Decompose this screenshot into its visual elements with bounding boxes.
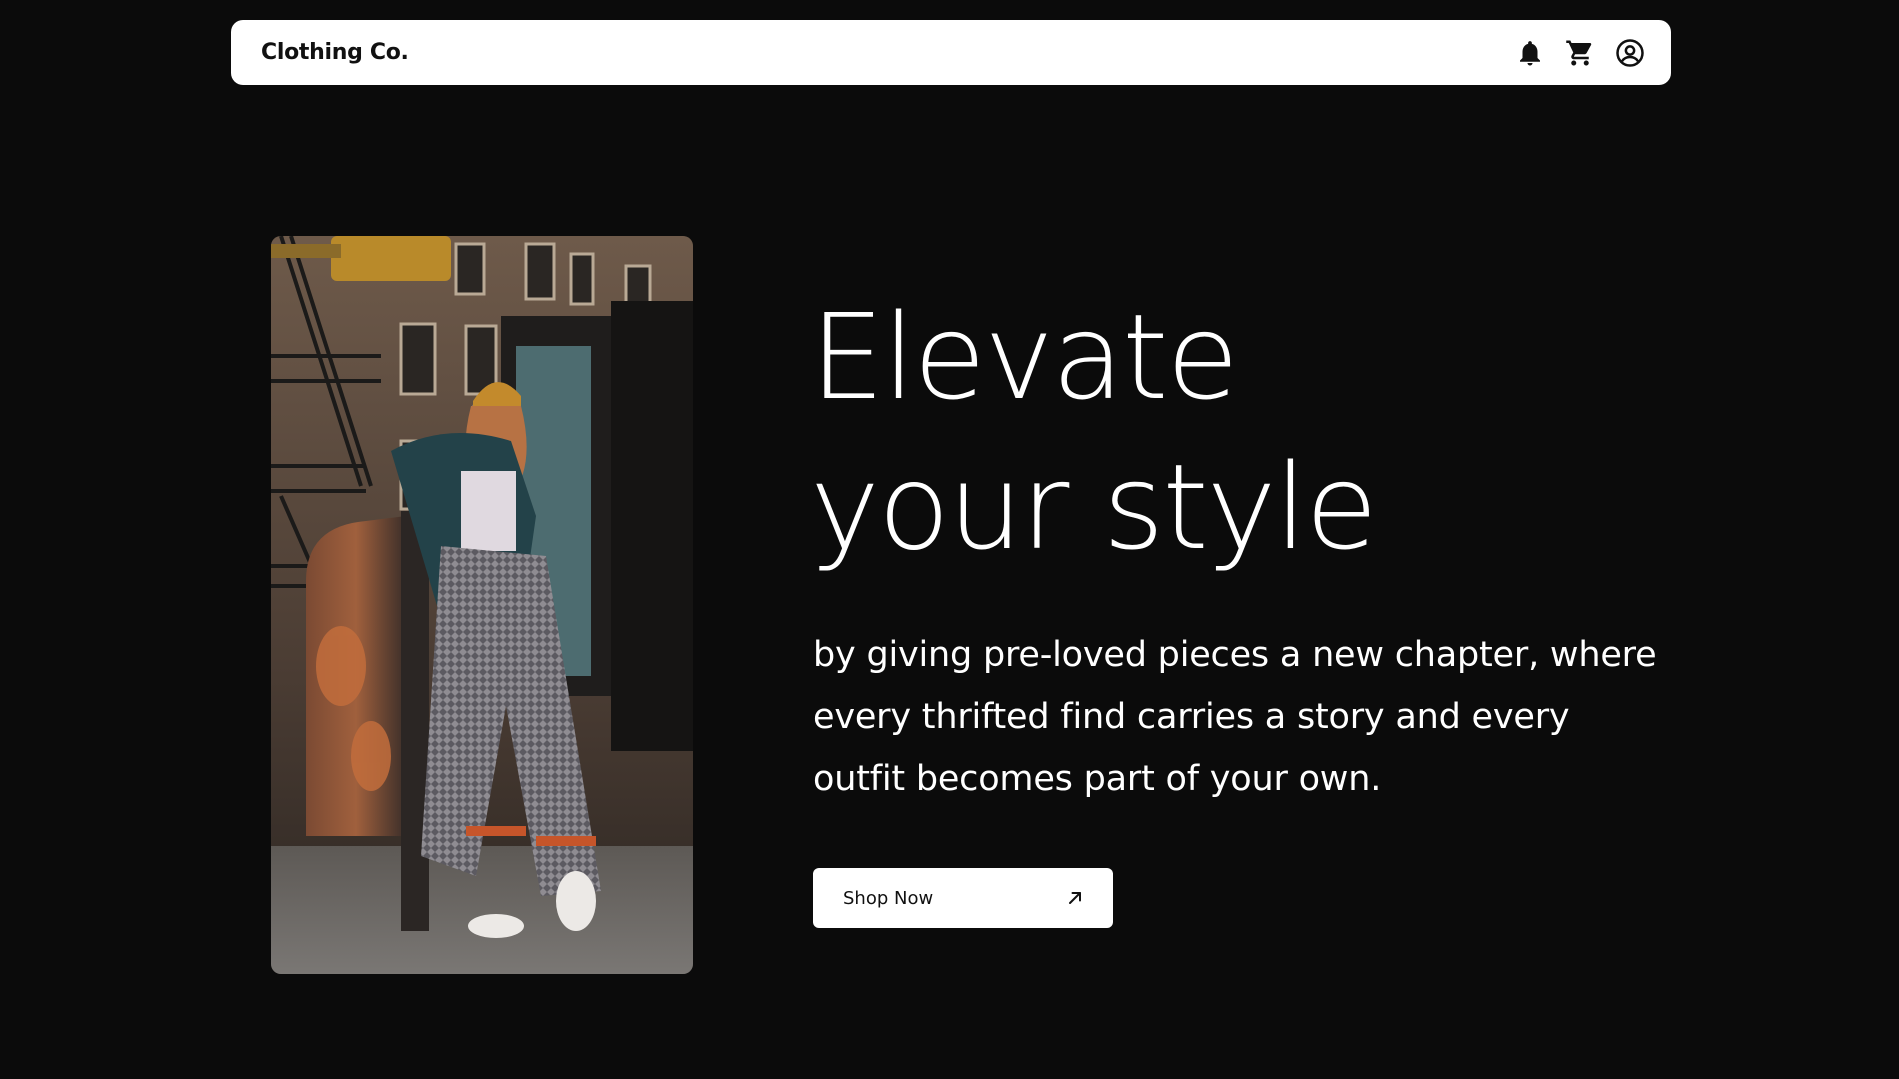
hero-subtitle-line: outfit becomes part of your own. bbox=[813, 759, 1382, 799]
hero-title-line: Elevate bbox=[810, 288, 1239, 426]
account-icon[interactable] bbox=[1615, 38, 1645, 68]
bell-icon[interactable] bbox=[1515, 38, 1545, 68]
hero-subtitle-line: by giving pre-loved pieces a new chapter… bbox=[813, 635, 1657, 675]
cart-icon[interactable] bbox=[1565, 38, 1595, 68]
hero-title: Elevate your style bbox=[810, 282, 1378, 582]
arrow-up-right-icon bbox=[1065, 888, 1085, 908]
shop-now-label: Shop Now bbox=[843, 887, 934, 909]
hero-title-line: your style bbox=[810, 438, 1378, 576]
hero-subtitle: by giving pre-loved pieces a new chapter… bbox=[813, 624, 1657, 810]
brand-logo[interactable]: Clothing Co. bbox=[261, 40, 409, 65]
nav-icons bbox=[1515, 38, 1645, 68]
shop-now-button[interactable]: Shop Now bbox=[813, 868, 1113, 928]
hero-photo bbox=[271, 236, 693, 974]
navbar: Clothing Co. bbox=[231, 20, 1671, 85]
hero-subtitle-line: every thrifted find carries a story and … bbox=[813, 697, 1570, 737]
